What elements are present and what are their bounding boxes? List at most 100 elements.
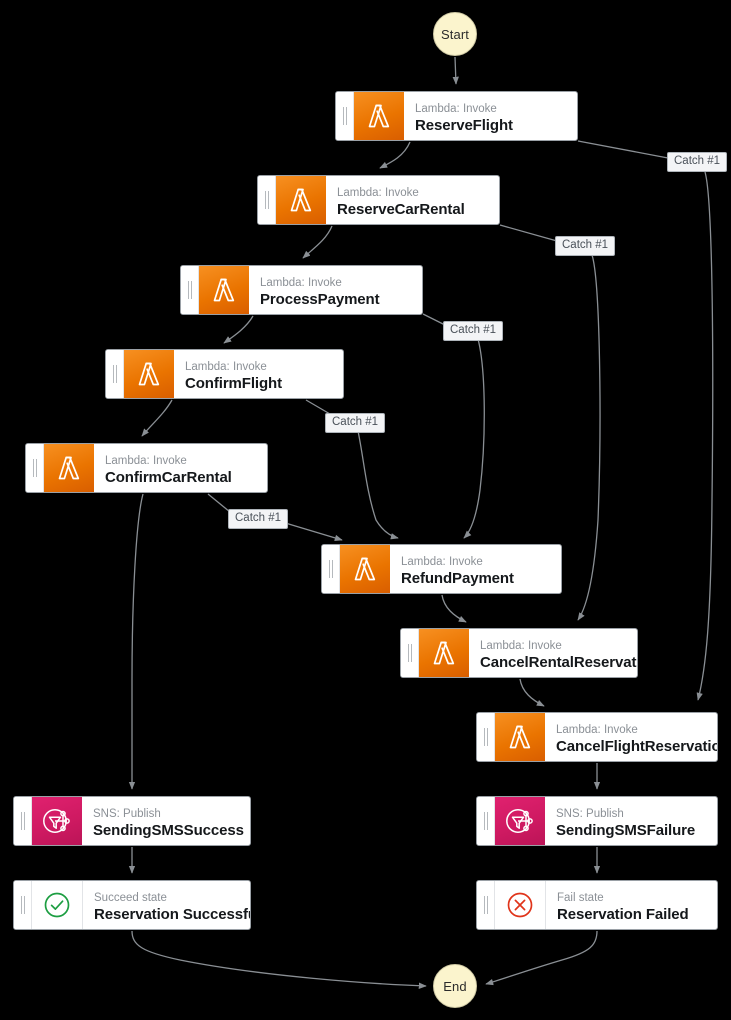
- state-node-body: Fail state Reservation Failed: [546, 881, 717, 929]
- terminal-label: Start: [441, 26, 469, 42]
- lambda-icon: [213, 278, 235, 302]
- lambda-icon: [44, 444, 94, 492]
- state-type-label: Lambda: Invoke: [480, 640, 562, 652]
- state-type-label: SNS: Publish: [93, 808, 161, 820]
- x-circle-icon: [507, 892, 533, 918]
- lambda-icon: [433, 641, 455, 665]
- state-node-reservation-successful[interactable]: Succeed state Reservation Successful!: [13, 880, 251, 930]
- edge-process-payment-catch: [422, 313, 446, 326]
- state-node-reserve-car-rental[interactable]: Lambda: Invoke ReserveCarRental: [257, 175, 500, 225]
- lambda-icon: [290, 188, 312, 212]
- state-node-cancel-flight-reservation[interactable]: Lambda: Invoke CancelFlightReservation: [476, 712, 718, 762]
- sns-icon: [43, 809, 70, 833]
- state-name-label: ReserveFlight: [415, 117, 513, 134]
- state-name-label: ReserveCarRental: [337, 201, 465, 218]
- state-name-label: CancelFlightReservation: [556, 738, 718, 755]
- state-node-body: SNS: Publish SendingSMSFailure: [545, 797, 717, 845]
- edge-fail-to-end: [485, 930, 598, 986]
- catch-label-catch-reserve-flight[interactable]: Catch #1: [667, 152, 728, 172]
- state-node-body: Lambda: Invoke RefundPayment: [390, 545, 561, 593]
- state-type-label: Lambda: Invoke: [556, 724, 638, 736]
- check-circle-icon: [32, 881, 83, 929]
- edge-confirm-car-rental-catch: [207, 493, 231, 513]
- drag-handle-icon[interactable]: [181, 266, 199, 314]
- terminal-node-start[interactable]: Start: [433, 12, 477, 56]
- edge-catch-process-payment-to-refund: [463, 338, 485, 539]
- drag-handle-icon[interactable]: [477, 713, 495, 761]
- drag-handle-icon[interactable]: [322, 545, 340, 593]
- drag-handle-icon[interactable]: [26, 444, 44, 492]
- state-type-label: Lambda: Invoke: [401, 556, 483, 568]
- drag-handle-icon[interactable]: [477, 797, 495, 845]
- edge-refund-to-cancel-rental: [441, 594, 467, 623]
- edge-catch-reserve-flight-to-cancel-flight: [696, 171, 714, 701]
- drag-handle-icon[interactable]: [401, 629, 419, 677]
- sns-icon: [495, 797, 545, 845]
- state-node-process-payment[interactable]: Lambda: Invoke ProcessPayment: [180, 265, 423, 315]
- catch-label-catch-confirm-flight[interactable]: Catch #1: [325, 413, 386, 433]
- terminal-node-end[interactable]: End: [433, 964, 477, 1008]
- state-node-sending-sms-success[interactable]: SNS: Publish SendingSMSSuccess: [13, 796, 251, 846]
- lambda-icon: [276, 176, 326, 224]
- drag-handle-icon[interactable]: [106, 350, 124, 398]
- lambda-icon: [138, 362, 160, 386]
- state-type-label: Lambda: Invoke: [260, 277, 342, 289]
- edge-process-payment-to-confirm-flight: [223, 315, 254, 344]
- drag-handle-icon[interactable]: [14, 797, 32, 845]
- lambda-icon: [495, 713, 545, 761]
- state-name-label: RefundPayment: [401, 570, 514, 587]
- edge-confirm-car-rental-to-sms-success: [128, 493, 144, 790]
- edge-start-to-reserve-flight: [452, 56, 459, 85]
- lambda-icon: [368, 104, 390, 128]
- lambda-icon: [354, 557, 376, 581]
- state-type-label: Fail state: [557, 892, 604, 904]
- state-node-body: Lambda: Invoke ProcessPayment: [249, 266, 422, 314]
- lambda-icon: [354, 92, 404, 140]
- lambda-icon: [419, 629, 469, 677]
- state-name-label: Reservation Failed: [557, 906, 689, 923]
- lambda-icon: [124, 350, 174, 398]
- state-node-cancel-rental-reservation[interactable]: Lambda: Invoke CancelRentalReservation: [400, 628, 638, 678]
- terminal-label: End: [443, 978, 467, 994]
- state-node-reservation-failed[interactable]: Fail state Reservation Failed: [476, 880, 718, 930]
- state-node-confirm-car-rental[interactable]: Lambda: Invoke ConfirmCarRental: [25, 443, 268, 493]
- state-node-body: Lambda: Invoke CancelRentalReservation: [469, 629, 637, 677]
- drag-handle-icon[interactable]: [336, 92, 354, 140]
- state-type-label: Lambda: Invoke: [105, 455, 187, 467]
- state-name-label: Reservation Successful!: [94, 906, 251, 923]
- edge-cancel-rental-to-cancel-flight: [519, 678, 545, 707]
- edge-reserve-car-rental-catch: [499, 224, 558, 242]
- catch-label-catch-confirm-car-rental[interactable]: Catch #1: [228, 509, 289, 529]
- state-node-confirm-flight[interactable]: Lambda: Invoke ConfirmFlight: [105, 349, 344, 399]
- sns-icon: [32, 797, 82, 845]
- edge-catch-confirm-flight-to-refund: [357, 430, 399, 540]
- state-node-body: Lambda: Invoke ReserveCarRental: [326, 176, 499, 224]
- state-type-label: Lambda: Invoke: [337, 187, 419, 199]
- state-type-label: SNS: Publish: [556, 808, 624, 820]
- lambda-icon: [199, 266, 249, 314]
- drag-handle-icon[interactable]: [477, 881, 495, 929]
- state-node-refund-payment[interactable]: Lambda: Invoke RefundPayment: [321, 544, 562, 594]
- state-name-label: SendingSMSSuccess: [93, 822, 244, 839]
- catch-label-catch-reserve-car-rental[interactable]: Catch #1: [555, 236, 616, 256]
- lambda-icon: [340, 545, 390, 593]
- lambda-icon: [58, 456, 80, 480]
- state-type-label: Lambda: Invoke: [415, 103, 497, 115]
- edge-confirm-flight-to-confirm-car-rental: [141, 399, 173, 437]
- edge-catch-confirm-car-rental-to-refund: [281, 521, 343, 541]
- state-node-body: Lambda: Invoke CancelFlightReservation: [545, 713, 717, 761]
- catch-label-catch-process-payment[interactable]: Catch #1: [443, 321, 504, 341]
- x-circle-icon: [495, 881, 546, 929]
- state-name-label: CancelRentalReservation: [480, 654, 637, 671]
- state-node-sending-sms-failure[interactable]: SNS: Publish SendingSMSFailure: [476, 796, 718, 846]
- state-name-label: ConfirmCarRental: [105, 469, 232, 486]
- edge-succeed-to-end: [131, 930, 427, 989]
- drag-handle-icon[interactable]: [14, 881, 32, 929]
- state-node-body: Lambda: Invoke ConfirmCarRental: [94, 444, 267, 492]
- state-node-reserve-flight[interactable]: Lambda: Invoke ReserveFlight: [335, 91, 578, 141]
- edge-catch-reserve-car-rental-to-cancel-rental: [577, 254, 601, 621]
- state-type-label: Succeed state: [94, 892, 167, 904]
- drag-handle-icon[interactable]: [258, 176, 276, 224]
- edge-reserve-flight-to-reserve-car-rental: [379, 141, 411, 169]
- state-name-label: ConfirmFlight: [185, 375, 283, 392]
